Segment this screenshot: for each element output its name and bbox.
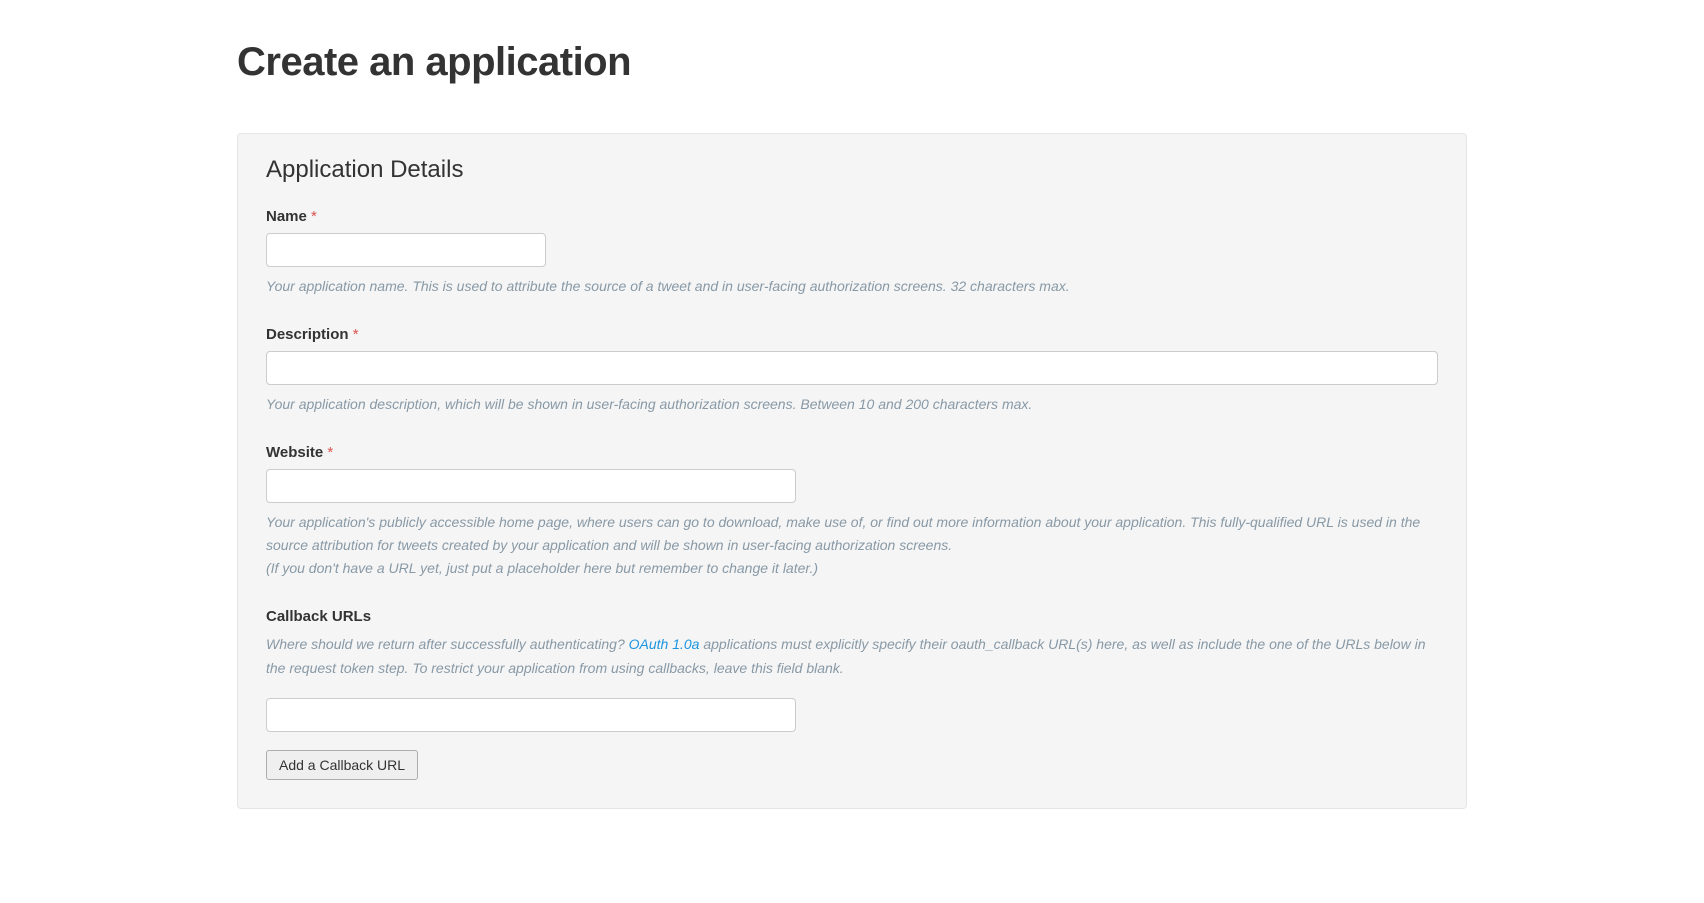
website-help-line1: Your application's publicly accessible h… bbox=[266, 514, 1420, 553]
name-label-text: Name bbox=[266, 208, 307, 225]
name-group: Name * Your application name. This is us… bbox=[266, 208, 1438, 298]
name-input[interactable] bbox=[266, 233, 546, 267]
add-callback-url-button[interactable]: Add a Callback URL bbox=[266, 750, 418, 780]
description-input[interactable] bbox=[266, 351, 1438, 385]
panel-heading: Application Details bbox=[266, 156, 1438, 184]
application-details-panel: Application Details Name * Your applicat… bbox=[237, 133, 1467, 809]
callback-group: Callback URLs Where should we return aft… bbox=[266, 608, 1438, 779]
name-label: Name * bbox=[266, 208, 1438, 225]
callback-input-wrap bbox=[266, 698, 1438, 732]
website-help-line2: (If you don't have a URL yet, just put a… bbox=[266, 560, 818, 576]
description-group: Description * Your application descripti… bbox=[266, 326, 1438, 416]
website-input[interactable] bbox=[266, 469, 796, 503]
description-help-text: Your application description, which will… bbox=[266, 393, 1438, 416]
website-label: Website * bbox=[266, 444, 1438, 461]
description-label-text: Description bbox=[266, 326, 349, 343]
callback-label: Callback URLs bbox=[266, 608, 1438, 625]
callback-help-pre: Where should we return after successfull… bbox=[266, 636, 629, 652]
page-title: Create an application bbox=[237, 40, 1467, 85]
description-label: Description * bbox=[266, 326, 1438, 343]
website-label-text: Website bbox=[266, 444, 323, 461]
required-marker: * bbox=[353, 326, 359, 343]
name-help-text: Your application name. This is used to a… bbox=[266, 275, 1438, 298]
oauth-link[interactable]: OAuth 1.0a bbox=[629, 636, 700, 652]
callback-help-text: Where should we return after successfull… bbox=[266, 633, 1438, 679]
required-marker: * bbox=[327, 444, 333, 461]
callback-url-input[interactable] bbox=[266, 698, 796, 732]
website-help-text: Your application's publicly accessible h… bbox=[266, 511, 1438, 580]
required-marker: * bbox=[311, 208, 317, 225]
website-group: Website * Your application's publicly ac… bbox=[266, 444, 1438, 580]
